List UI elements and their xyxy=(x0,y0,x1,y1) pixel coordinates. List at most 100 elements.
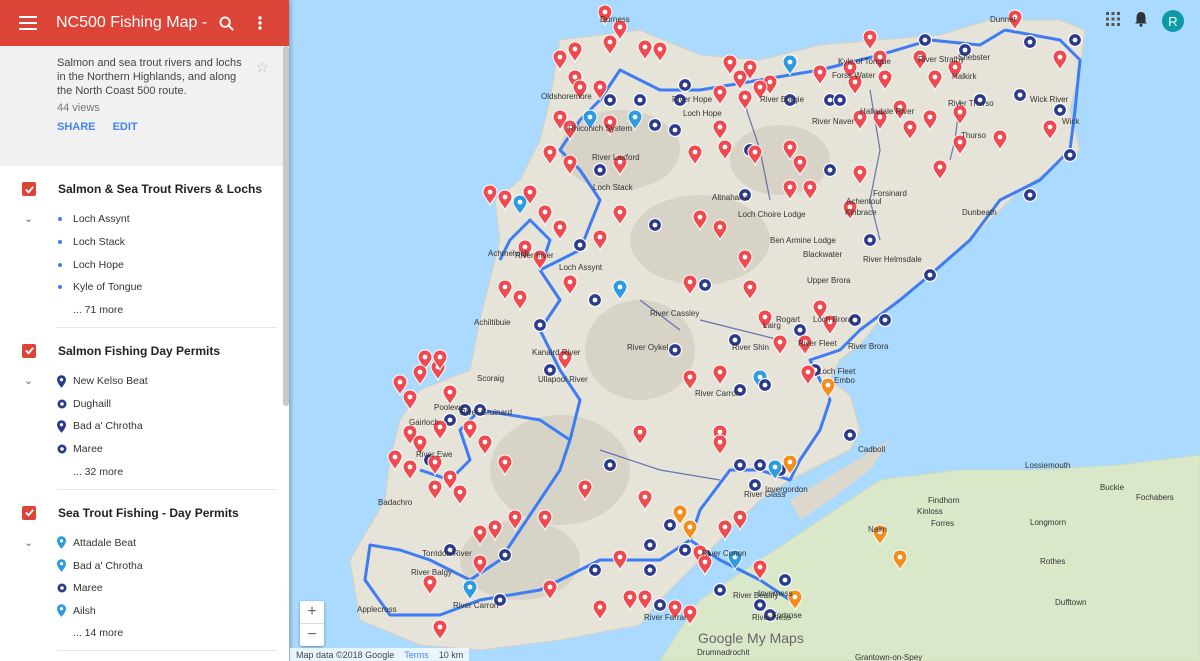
camera-marker-icon[interactable] xyxy=(1062,147,1078,163)
layer-item[interactable]: ⌄ Attadale Beat xyxy=(0,532,289,555)
zoom-out-button[interactable]: − xyxy=(300,624,324,646)
camera-marker-icon[interactable] xyxy=(752,597,768,613)
layer-header[interactable]: Sea Trout Fishing - Day Permits xyxy=(0,494,289,532)
place-label: Oldshoremore xyxy=(541,92,592,101)
avatar[interactable]: R xyxy=(1162,10,1184,32)
camera-marker-icon[interactable] xyxy=(697,277,713,293)
camera-marker-icon[interactable] xyxy=(757,377,773,393)
layer-checkbox[interactable] xyxy=(22,505,36,520)
camera-marker-icon[interactable] xyxy=(532,317,548,333)
camera-marker-icon[interactable] xyxy=(777,572,793,588)
place-label: Loch Assynt xyxy=(559,263,603,272)
layer-more-link[interactable]: ... 71 more xyxy=(0,299,289,321)
view-count: 44 views xyxy=(57,102,100,114)
layer-item[interactable]: Maree xyxy=(0,577,289,600)
layer-item[interactable]: Loch Stack xyxy=(0,231,289,254)
camera-marker-icon[interactable] xyxy=(712,582,728,598)
divider xyxy=(57,326,277,328)
chevron-down-icon[interactable]: ⌄ xyxy=(0,213,57,225)
camera-marker-icon[interactable] xyxy=(922,267,938,283)
place-label: River Glass xyxy=(744,490,785,499)
camera-marker-icon[interactable] xyxy=(842,427,858,443)
place-label: Findhorn xyxy=(928,496,960,505)
place-label: River Naver xyxy=(812,117,855,126)
camera-marker-icon[interactable] xyxy=(822,162,838,178)
camera-marker-icon[interactable] xyxy=(1022,187,1038,203)
layer-item[interactable]: ⌄ New Kelso Beat xyxy=(0,370,289,393)
camera-marker-icon[interactable] xyxy=(587,562,603,578)
layer-item[interactable]: Maree xyxy=(0,438,289,461)
edit-button[interactable]: EDIT xyxy=(113,121,138,133)
zoom-in-button[interactable]: + xyxy=(300,601,324,624)
layer-item[interactable]: Dughaill xyxy=(0,392,289,415)
layer-header[interactable]: Brown Trout Fishing xyxy=(0,655,289,661)
camera-marker-icon[interactable] xyxy=(642,562,658,578)
notifications-bell-icon[interactable] xyxy=(1134,11,1148,32)
place-label: River Carron xyxy=(453,601,498,610)
terms-link[interactable]: Terms xyxy=(404,650,429,660)
camera-marker-icon[interactable] xyxy=(572,237,588,253)
camera-marker-icon[interactable] xyxy=(662,517,678,533)
layer-item-label: Attadale Beat xyxy=(73,536,137,549)
share-button[interactable]: SHARE xyxy=(57,121,96,133)
layer-more-link[interactable]: ... 32 more xyxy=(0,461,289,483)
place-label: Kinbrace xyxy=(845,208,877,217)
camera-marker-icon[interactable] xyxy=(642,537,658,553)
camera-marker-icon[interactable] xyxy=(1067,32,1083,48)
place-label: Halkirk xyxy=(952,72,977,81)
layer-header[interactable]: Salmon & Sea Trout Rivers & Lochs xyxy=(0,170,289,208)
chevron-down-icon[interactable]: ⌄ xyxy=(0,537,57,549)
layer-header[interactable]: Salmon Fishing Day Permits xyxy=(0,332,289,370)
line-dot-icon xyxy=(57,239,73,245)
camera-marker-icon[interactable] xyxy=(497,547,513,563)
camera-marker-icon[interactable] xyxy=(632,92,648,108)
layer-checkbox[interactable] xyxy=(22,343,36,358)
chevron-down-icon[interactable]: ⌄ xyxy=(0,375,57,387)
layer-checkbox[interactable] xyxy=(22,182,36,196)
camera-marker-icon[interactable] xyxy=(752,457,768,473)
camera-marker-icon[interactable] xyxy=(647,117,663,133)
camera-marker-icon[interactable] xyxy=(832,92,848,108)
layer-title: Salmon & Sea Trout Rivers & Lochs xyxy=(58,182,263,196)
camera-marker-icon[interactable] xyxy=(917,32,933,48)
layer-item[interactable]: Loch Hope xyxy=(0,253,289,276)
place-label: Buckie xyxy=(1100,483,1125,492)
camera-marker-icon[interactable] xyxy=(677,542,693,558)
camera-marker-icon[interactable] xyxy=(877,312,893,328)
menu-icon[interactable] xyxy=(0,0,56,46)
layer-item[interactable]: Bad a' Chrotha xyxy=(0,554,289,577)
camera-marker-icon[interactable] xyxy=(732,457,748,473)
layer-item[interactable]: Kyle of Tongue xyxy=(0,276,289,299)
camera-marker-icon[interactable] xyxy=(587,292,603,308)
place-label: Kyle of Tongue xyxy=(838,57,891,66)
place-label: Wick xyxy=(1062,117,1080,126)
dark-blue-camera-icon xyxy=(57,399,73,409)
more-vert-icon[interactable] xyxy=(243,0,277,46)
layer-item[interactable]: ⌄ Loch Assynt xyxy=(0,208,289,231)
camera-marker-icon[interactable] xyxy=(667,342,683,358)
camera-marker-icon[interactable] xyxy=(602,457,618,473)
place-label: Badachro xyxy=(378,498,413,507)
camera-marker-icon[interactable] xyxy=(862,232,878,248)
camera-marker-icon[interactable] xyxy=(652,597,668,613)
camera-marker-icon[interactable] xyxy=(592,162,608,178)
star-icon[interactable]: ☆ xyxy=(256,58,269,76)
layer-item[interactable]: Ailsh xyxy=(0,600,289,623)
layer-item-label: Kyle of Tongue xyxy=(73,281,143,294)
camera-marker-icon[interactable] xyxy=(1012,87,1028,103)
place-label: River Helmsdale xyxy=(863,255,922,264)
layer-more-link[interactable]: ... 14 more xyxy=(0,622,289,644)
place-label: Loch Hope xyxy=(683,109,722,118)
zoom-controls: + − xyxy=(300,601,324,646)
apps-grid-icon[interactable] xyxy=(1106,11,1120,31)
dark-blue-pin-icon xyxy=(57,374,73,388)
camera-marker-icon[interactable] xyxy=(1052,102,1068,118)
camera-marker-icon[interactable] xyxy=(677,77,693,93)
layer-item[interactable]: Bad a' Chrotha xyxy=(0,415,289,438)
panel-scrollbar[interactable] xyxy=(283,46,289,406)
camera-marker-icon[interactable] xyxy=(667,122,683,138)
search-icon[interactable] xyxy=(209,0,243,46)
camera-marker-icon[interactable] xyxy=(602,92,618,108)
camera-marker-icon[interactable] xyxy=(647,217,663,233)
camera-marker-icon[interactable] xyxy=(1022,34,1038,50)
